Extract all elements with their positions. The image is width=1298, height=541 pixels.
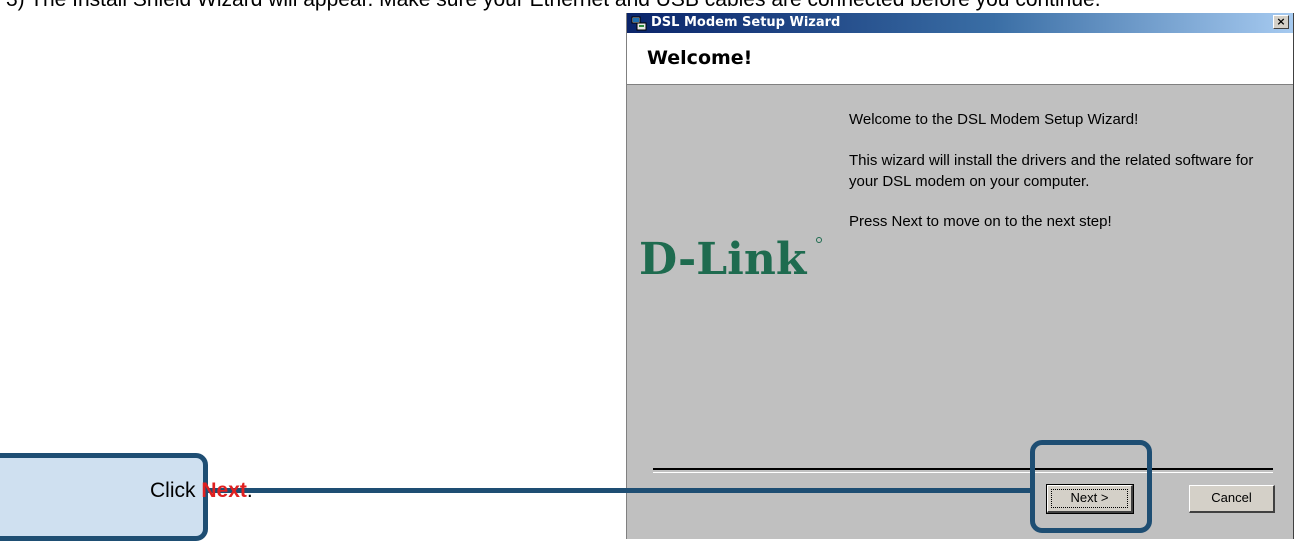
window-titlebar[interactable]: DSL Modem Setup Wizard × xyxy=(627,13,1293,33)
svg-text:D-Link: D-Link xyxy=(639,234,808,285)
callout-prefix: Click xyxy=(150,479,202,502)
wizard-header: Welcome! xyxy=(627,33,1293,85)
callout-text: Click Next. xyxy=(150,478,253,504)
button-separator xyxy=(653,468,1273,473)
page-title: Welcome! xyxy=(647,47,753,69)
setup-wizard-window: DSL Modem Setup Wizard × Welcome! D-Link… xyxy=(626,13,1294,539)
callout-highlight: Next xyxy=(201,479,247,502)
cancel-button[interactable]: Cancel xyxy=(1189,485,1275,513)
instruction-step-text: 3) The Install Shield Wizard will appear… xyxy=(6,0,1296,13)
d-link-logo: D-Link xyxy=(639,234,822,285)
callout-connector-line xyxy=(206,488,1032,493)
welcome-paragraph: Welcome to the DSL Modem Setup Wizard! xyxy=(849,111,1139,128)
setup-wizard-icon xyxy=(631,16,647,31)
close-icon: × xyxy=(1276,15,1286,28)
wizard-content: Welcome to the DSL Modem Setup Wizard! T… xyxy=(849,109,1269,252)
callout-suffix: . xyxy=(246,479,253,502)
description-paragraph: This wizard will install the drivers and… xyxy=(849,152,1254,190)
instruction-paragraph: Press Next to move on to the next step! xyxy=(849,213,1112,230)
cancel-button-label: Cancel xyxy=(1211,490,1252,505)
next-button-highlight-frame xyxy=(1030,440,1152,533)
window-title: DSL Modem Setup Wizard xyxy=(651,15,841,30)
close-button[interactable]: × xyxy=(1273,15,1289,29)
